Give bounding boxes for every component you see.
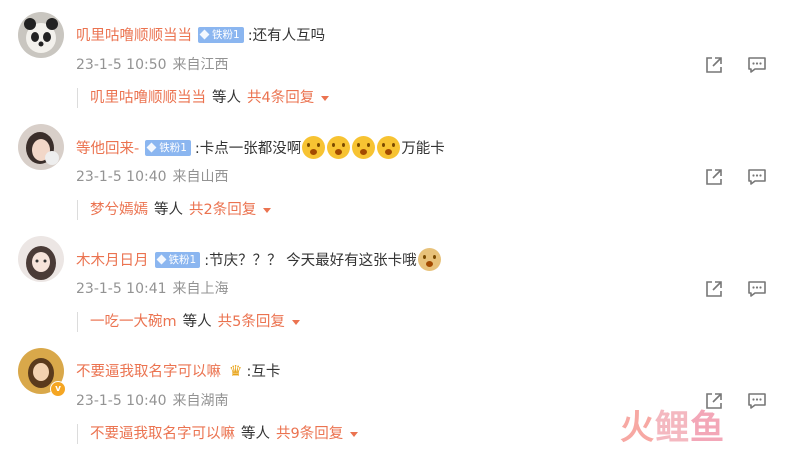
share-icon[interactable] xyxy=(703,166,725,188)
username[interactable]: 等他回来- xyxy=(76,137,139,158)
comment-item: 等他回来- 铁粉1 :卡点一张都没啊 万能卡 23-1-5 10:40 来自山西 … xyxy=(0,124,789,236)
comment-location: 来自上海 xyxy=(172,281,229,297)
diamond-icon xyxy=(199,29,210,40)
comment-location: 来自江西 xyxy=(172,57,229,73)
reply-count[interactable]: 共2条回复 xyxy=(189,202,256,218)
fan-badge: 铁粉1 xyxy=(198,26,244,43)
reply-username[interactable]: 梦兮嫣嫣 xyxy=(90,202,148,218)
reply-mid: 等人 xyxy=(212,90,241,106)
comment-meta: 23-1-5 10:41 来自上海 xyxy=(76,278,229,298)
username[interactable]: 不要逼我取名字可以嘛 xyxy=(76,360,221,381)
share-icon[interactable] xyxy=(703,278,725,300)
fan-badge: 铁粉1 xyxy=(154,251,201,268)
scared-emoji-icon xyxy=(302,136,326,159)
reply-mid: 等人 xyxy=(154,202,183,218)
username[interactable]: 叽里咕噜顺顺当当 xyxy=(76,24,192,45)
triangle-down-icon[interactable] xyxy=(263,207,272,213)
avatar[interactable] xyxy=(18,12,64,58)
reply-count[interactable]: 共5条回复 xyxy=(218,314,285,330)
comment-text-tail: 万能卡 xyxy=(401,141,445,157)
comment-text: :还有人互吗 xyxy=(247,28,326,44)
reply-count[interactable]: 共9条回复 xyxy=(276,426,343,442)
fan-badge: 铁粉1 xyxy=(145,139,191,156)
comment-line: 等他回来- 铁粉1 :卡点一张都没啊 万能卡 xyxy=(76,136,445,159)
comment-text: :节庆？？？ 今天最好有这张卡哦 xyxy=(204,253,417,269)
comment-line: 不要逼我取名字可以嘛 ♛ :互卡 xyxy=(76,360,280,381)
comment-line: 木木月日月 铁粉1 :节庆？？？ 今天最好有这张卡哦 xyxy=(76,248,442,271)
triangle-down-icon[interactable] xyxy=(291,319,300,325)
triangle-down-icon[interactable] xyxy=(321,95,330,101)
comment-meta: 23-1-5 10:40 来自山西 xyxy=(76,166,229,186)
reply-username[interactable]: 一吃一大碗m xyxy=(90,314,177,330)
comment-text: :互卡 xyxy=(246,364,281,380)
scared-emoji-icon xyxy=(377,136,401,159)
reply-username[interactable]: 不要逼我取名字可以嘛 xyxy=(90,426,235,442)
comment-location: 来自山西 xyxy=(172,169,229,185)
reply-username[interactable]: 叽里咕噜顺顺当当 xyxy=(90,90,206,106)
doge-emoji-icon xyxy=(417,248,441,271)
watermark-logo: 火鲤鱼 xyxy=(620,408,725,448)
comment-date: 23-1-5 10:50 xyxy=(76,57,167,73)
diamond-icon xyxy=(146,142,157,153)
comment-date: 23-1-5 10:40 xyxy=(76,393,167,409)
reply-summary[interactable]: 不要逼我取名字可以嘛 等人 共9条回复 xyxy=(77,424,359,444)
username[interactable]: 木木月日月 xyxy=(76,249,149,270)
comment-location: 来自湖南 xyxy=(172,393,229,409)
comment-date: 23-1-5 10:41 xyxy=(76,281,167,297)
reply-summary[interactable]: 梦兮嫣嫣 等人 共2条回复 xyxy=(77,200,272,220)
comment-line: 叽里咕噜顺顺当当 铁粉1 :还有人互吗 xyxy=(76,24,325,45)
reply-summary[interactable]: 一吃一大碗m 等人 共5条回复 xyxy=(77,312,300,332)
comment-meta: 23-1-5 10:40 来自湖南 xyxy=(76,390,229,410)
crown-icon: ♛ xyxy=(229,361,243,380)
comment-text: :卡点一张都没啊 xyxy=(194,141,302,157)
reply-count[interactable]: 共4条回复 xyxy=(247,90,314,106)
comment-icon[interactable] xyxy=(746,278,768,300)
avatar[interactable] xyxy=(18,236,64,282)
verified-badge: v xyxy=(50,381,66,397)
comment-item: 叽里咕噜顺顺当当 铁粉1 :还有人互吗 23-1-5 10:50 来自江西 叽里咕… xyxy=(0,12,789,124)
scared-emoji-icon xyxy=(327,136,351,159)
comment-icon[interactable] xyxy=(746,54,768,76)
share-icon[interactable] xyxy=(703,54,725,76)
diamond-icon xyxy=(156,254,166,265)
reply-mid: 等人 xyxy=(241,426,270,442)
comment-meta: 23-1-5 10:50 来自江西 xyxy=(76,54,229,74)
comment-icon[interactable] xyxy=(746,390,768,412)
comment-item: 木木月日月 铁粉1 :节庆？？？ 今天最好有这张卡哦 23-1-5 10:41 来… xyxy=(0,236,789,348)
scared-emoji-icon xyxy=(352,136,376,159)
reply-summary[interactable]: 叽里咕噜顺顺当当 等人 共4条回复 xyxy=(77,88,330,108)
reply-mid: 等人 xyxy=(182,314,212,330)
comment-icon[interactable] xyxy=(746,166,768,188)
avatar[interactable] xyxy=(18,124,64,170)
triangle-down-icon[interactable] xyxy=(350,431,359,437)
comment-date: 23-1-5 10:40 xyxy=(76,169,167,185)
